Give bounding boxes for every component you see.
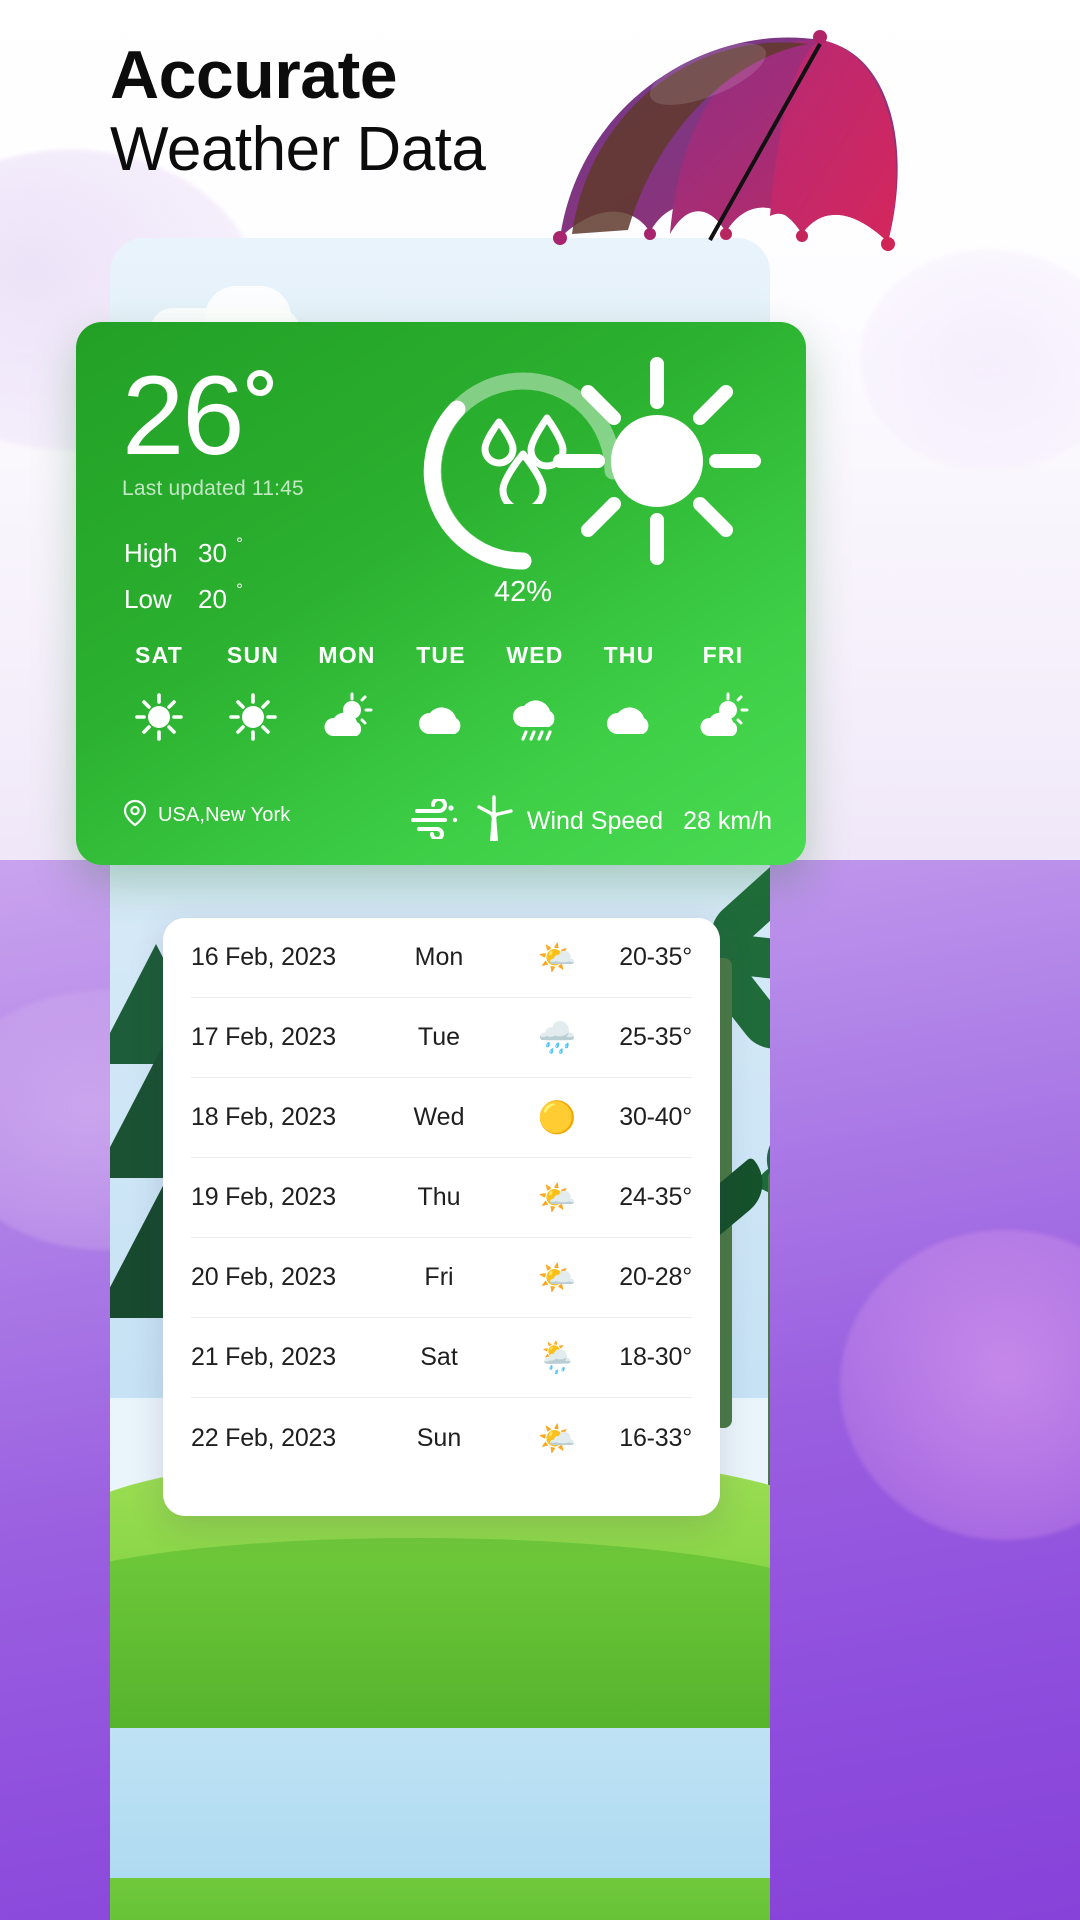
wind-speed-row: Wind Speed 28 km/h — [409, 795, 772, 848]
ground — [110, 1878, 770, 1920]
sun-rain-icon: 🌦️ — [537, 1340, 577, 1375]
headline: Accurate Weather Data — [110, 37, 486, 189]
partly-cloudy-icon: 🌤️ — [537, 1420, 577, 1456]
high-label: High — [124, 538, 178, 568]
cloud-rain-icon — [492, 691, 578, 743]
weekly-day-mon[interactable]: MON — [304, 642, 390, 743]
weekly-day-label: TUE — [416, 642, 466, 668]
forecast-day: Tue — [417, 1023, 461, 1051]
forecast-day: Wed — [413, 1103, 465, 1131]
forecast-day: Fri — [424, 1263, 454, 1291]
table-row[interactable]: 20 Feb, 2023 Fri 🌤️ 20-28° — [191, 1238, 692, 1318]
wind-speed-value: 28 km/h — [683, 807, 772, 835]
weekly-day-fri[interactable]: FRI — [680, 642, 766, 743]
forecast-day: Sun — [416, 1423, 462, 1452]
partly-cloudy-icon: 🌤️ — [537, 1260, 577, 1295]
sun-icon — [552, 356, 762, 566]
forecast-temperature: 18-30° — [619, 1343, 692, 1371]
low-temperature-row: Low 20 ° — [124, 580, 243, 615]
location-text: USA,New York — [158, 804, 291, 826]
sun-cloud-icon — [680, 691, 766, 743]
weekly-day-label: SAT — [135, 642, 183, 668]
forecast-temperature: 24-35° — [619, 1183, 692, 1211]
humidity-percent-label: 42% — [493, 576, 553, 608]
temperature-value: 26 — [122, 353, 245, 478]
rain-cloud-icon: 🌧️ — [537, 1020, 577, 1055]
partly-cloudy-icon: 🌤️ — [537, 940, 577, 975]
weather-card-footer: USA,New York Wind Speed 28 km/h — [76, 795, 806, 841]
forecast-day: Mon — [414, 943, 464, 971]
table-row[interactable]: 22 Feb, 2023 Sun 🌤️ 16-33° — [191, 1398, 692, 1478]
forecast-date: 19 Feb, 2023 — [191, 1183, 336, 1211]
forecast-temperature: 16-33° — [619, 1423, 692, 1452]
forecast-date: 18 Feb, 2023 — [191, 1103, 336, 1131]
forecast-temperature: 30-40° — [619, 1103, 692, 1131]
headline-line-2: Weather Data — [110, 115, 486, 185]
headline-line-1: Accurate — [110, 37, 398, 113]
wind-lines-icon — [409, 797, 461, 844]
cloud-icon — [586, 691, 672, 743]
weekly-day-thu[interactable]: THU — [586, 642, 672, 743]
location-row[interactable]: USA,New York — [122, 799, 290, 832]
weekly-day-tue[interactable]: TUE — [398, 642, 484, 743]
forecast-temperature: 20-28° — [619, 1263, 692, 1291]
sun-icon: 🟡 — [537, 1100, 577, 1135]
high-temperature-row: High 30 ° — [124, 534, 243, 569]
forecast-list-card: 16 Feb, 2023 Mon 🌤️ 20-35° 17 Feb, 2023 … — [163, 918, 720, 1516]
table-row[interactable]: 18 Feb, 2023 Wed 🟡 30-40° — [191, 1078, 692, 1158]
weekly-day-wed[interactable]: WED — [492, 642, 578, 743]
forecast-day: Sat — [420, 1343, 458, 1371]
umbrella-icon — [520, 10, 920, 280]
forecast-date: 17 Feb, 2023 — [191, 1023, 336, 1051]
weekly-day-label: FRI — [702, 642, 744, 668]
weekly-day-label: MON — [318, 642, 376, 668]
weekly-day-label: THU — [603, 642, 655, 668]
forecast-temperature: 20-35° — [619, 943, 692, 971]
weekly-day-sun[interactable]: SUN — [210, 642, 296, 743]
table-row[interactable]: 16 Feb, 2023 Mon 🌤️ 20-35° — [191, 918, 692, 998]
sun-icon — [210, 691, 296, 743]
degree-symbol-icon: ° — [236, 580, 243, 599]
weekly-day-label: WED — [506, 642, 564, 668]
wind-speed-label: Wind Speed — [526, 807, 664, 835]
low-label: Low — [124, 584, 172, 614]
sun-icon — [116, 691, 202, 743]
degree-symbol-icon — [246, 370, 273, 396]
current-weather-card: 26 Last updated 11:45 High 30 ° Low 20 ° 42% — [76, 322, 806, 865]
forecast-date: 16 Feb, 2023 — [191, 943, 336, 971]
forecast-day: Thu — [417, 1183, 461, 1211]
table-row[interactable]: 17 Feb, 2023 Tue 🌧️ 25-35° — [191, 998, 692, 1078]
wind-turbine-icon — [471, 795, 517, 848]
degree-symbol-icon: ° — [236, 534, 243, 553]
table-row[interactable]: 21 Feb, 2023 Sat 🌦️ 18-30° — [191, 1318, 692, 1398]
cloud-icon — [398, 691, 484, 743]
low-value: 20 — [198, 584, 227, 614]
partly-cloudy-icon: 🌤️ — [537, 1180, 577, 1215]
weekly-day-label: SUN — [226, 642, 280, 668]
location-pin-icon — [122, 799, 148, 832]
forecast-date: 20 Feb, 2023 — [191, 1263, 336, 1291]
forecast-date: 22 Feb, 2023 — [191, 1423, 336, 1452]
weekly-forecast-strip: SAT SUN MON TUE WED THU FRI — [116, 642, 766, 743]
current-temperature: 26 Last updated 11:45 — [122, 360, 304, 501]
forecast-date: 21 Feb, 2023 — [191, 1343, 336, 1371]
high-value: 30 — [198, 538, 227, 568]
last-updated-text: Last updated 11:45 — [122, 477, 304, 501]
weekly-day-sat[interactable]: SAT — [116, 642, 202, 743]
forecast-temperature: 25-35° — [619, 1023, 692, 1051]
sun-cloud-icon — [304, 691, 390, 743]
table-row[interactable]: 19 Feb, 2023 Thu 🌤️ 24-35° — [191, 1158, 692, 1238]
